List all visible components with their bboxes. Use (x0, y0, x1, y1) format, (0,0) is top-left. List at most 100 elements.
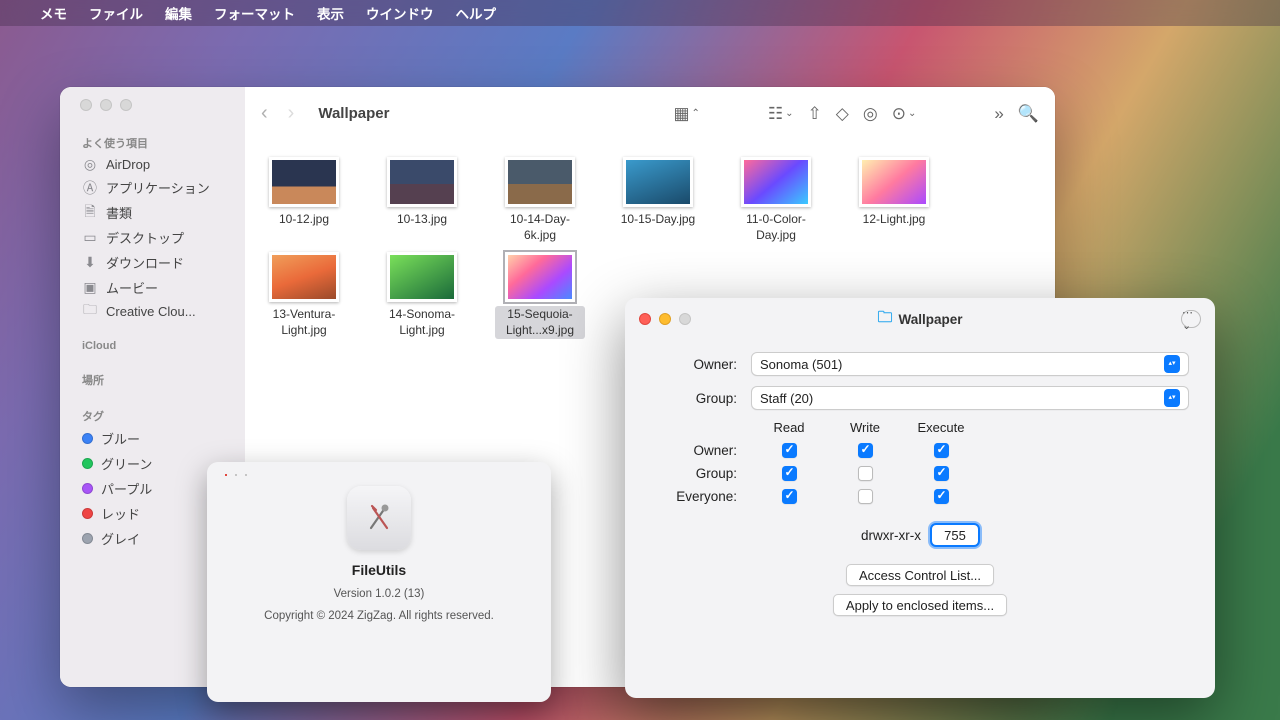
file-thumbnail (741, 157, 811, 207)
finder-title: Wallpaper (318, 105, 389, 122)
chevron-updown-icon: ▴▾ (1164, 355, 1180, 373)
zoom-button[interactable] (245, 474, 247, 476)
file-item[interactable]: 10-15-Day.jpg (613, 157, 703, 244)
file-label: 10-14-Day-6k.jpg (495, 211, 585, 244)
zoom-button[interactable] (120, 99, 132, 111)
sidebar-tag-blue[interactable]: ブルー (72, 426, 233, 451)
sidebar-label: Creative Clou... (106, 304, 196, 319)
sidebar-label: ムービー (106, 278, 158, 297)
file-item[interactable]: 10-12.jpg (259, 157, 349, 244)
share-button[interactable]: ⇧ (808, 104, 822, 124)
file-item[interactable]: 10-14-Day-6k.jpg (495, 157, 585, 244)
file-item[interactable]: 11-0-Color-Day.jpg (731, 157, 821, 244)
applications-icon: Ⓐ (82, 180, 98, 196)
menu-edit[interactable]: 編集 (165, 3, 192, 23)
col-write: Write (827, 420, 903, 435)
everyone-read-checkbox[interactable] (782, 489, 797, 504)
file-thumbnail (387, 252, 457, 302)
sidebar-label: アプリケーション (106, 178, 210, 197)
sidebar-item-documents[interactable]: 🗎書類 (72, 200, 233, 225)
sidebar-item-airdrop[interactable]: ◎AirDrop (72, 153, 233, 175)
action-button[interactable]: ⊙ ⌄ (892, 104, 917, 124)
sidebar-heading-icloud: iCloud (72, 334, 233, 354)
menu-help[interactable]: ヘルプ (456, 3, 497, 23)
file-label: 15-Sequoia-Light...x9.jpg (495, 306, 585, 339)
file-item-selected[interactable]: 15-Sequoia-Light...x9.jpg (495, 252, 585, 339)
everyone-write-checkbox[interactable] (858, 489, 873, 504)
close-button[interactable] (639, 313, 651, 325)
owner-execute-checkbox[interactable] (934, 443, 949, 458)
more-button[interactable]: ⋯⌄ (1181, 310, 1201, 328)
file-item[interactable]: 14-Sonoma-Light.jpg (377, 252, 467, 339)
owner-select[interactable]: Sonoma (501) ▴▾ (751, 352, 1189, 376)
tag-dot-icon (82, 458, 93, 469)
file-label: 10-13.jpg (395, 211, 449, 229)
sidebar-item-movies[interactable]: ▣ ムービー (72, 275, 233, 300)
file-thumbnail (859, 157, 929, 207)
sidebar-item-desktop[interactable]: ▭デスクトップ (72, 225, 233, 250)
sidebar-label: ブルー (101, 429, 140, 448)
downloads-icon: ⬇ (82, 255, 98, 271)
minimize-button[interactable] (659, 313, 671, 325)
permissions-title-text: Wallpaper (899, 312, 963, 327)
file-label: 11-0-Color-Day.jpg (731, 211, 821, 244)
sidebar-heading-favorites: よく使う項目 (72, 129, 233, 153)
sidebar-label: レッド (101, 504, 140, 523)
sidebar-item-creative-cloud[interactable]: 🗀Creative Clou... (72, 300, 233, 322)
back-button[interactable]: ‹ (261, 102, 268, 125)
file-item[interactable]: 13-Ventura-Light.jpg (259, 252, 349, 339)
view-icons-button[interactable]: ▦ ⌃ (673, 104, 699, 124)
search-button[interactable]: 🔍 (1018, 104, 1039, 124)
sidebar-label: デスクトップ (106, 228, 184, 247)
group-select[interactable]: Staff (20)▴▾ (751, 386, 1189, 410)
col-read: Read (751, 420, 827, 435)
row-group-label: Group: (651, 466, 751, 481)
file-thumbnail (623, 157, 693, 207)
tag-button[interactable]: ◇ (836, 104, 849, 124)
owner-write-checkbox[interactable] (858, 443, 873, 458)
close-button[interactable] (80, 99, 92, 111)
zoom-button[interactable] (679, 313, 691, 325)
group-read-checkbox[interactable] (782, 466, 797, 481)
file-label: 13-Ventura-Light.jpg (259, 306, 349, 339)
group-button[interactable]: ☷ ⌄ (768, 104, 794, 124)
menu-app-name[interactable]: メモ (40, 3, 67, 23)
close-button[interactable] (225, 474, 227, 476)
movies-icon: ▣ (82, 280, 98, 296)
file-item[interactable]: 12-Light.jpg (849, 157, 939, 244)
permissions-titlebar: 🗀 Wallpaper ⋯⌄ (625, 298, 1215, 340)
menu-format[interactable]: フォーマット (214, 3, 295, 23)
minimize-button[interactable] (100, 99, 112, 111)
menu-window[interactable]: ウインドウ (366, 3, 434, 23)
menu-view[interactable]: 表示 (317, 3, 344, 23)
file-item[interactable]: 10-13.jpg (377, 157, 467, 244)
overflow-button[interactable]: » (994, 104, 1003, 124)
file-thumbnail (387, 157, 457, 207)
airdrop-button[interactable]: ◎ (863, 104, 878, 124)
sidebar-heading-tags: タグ (72, 402, 233, 426)
everyone-execute-checkbox[interactable] (934, 489, 949, 504)
sidebar-item-applications[interactable]: Ⓐ アプリケーション (72, 175, 233, 200)
menu-file[interactable]: ファイル (89, 3, 143, 23)
owner-value: Sonoma (501) (760, 357, 842, 372)
owner-label: Owner: (651, 357, 737, 372)
chevron-updown-icon: ▴▾ (1164, 389, 1180, 407)
owner-read-checkbox[interactable] (782, 443, 797, 458)
group-execute-checkbox[interactable] (934, 466, 949, 481)
file-label: 12-Light.jpg (861, 211, 928, 229)
acl-button[interactable]: Access Control List... (846, 564, 994, 586)
mode-string: drwxr-xr-x (861, 528, 921, 543)
octal-input[interactable]: 755 (931, 524, 979, 546)
window-controls (639, 313, 691, 325)
file-label: 10-12.jpg (277, 211, 331, 229)
forward-button[interactable]: › (288, 102, 295, 125)
apply-enclosed-button[interactable]: Apply to enclosed items... (833, 594, 1007, 616)
tag-dot-icon (82, 508, 93, 519)
nav-buttons: ‹ › (261, 102, 294, 125)
minimize-button[interactable] (235, 474, 237, 476)
sidebar-item-downloads[interactable]: ⬇ ダウンロード (72, 250, 233, 275)
file-thumbnail (269, 252, 339, 302)
tag-dot-icon (82, 533, 93, 544)
sidebar-label: ダウンロード (106, 253, 184, 272)
group-write-checkbox[interactable] (858, 466, 873, 481)
